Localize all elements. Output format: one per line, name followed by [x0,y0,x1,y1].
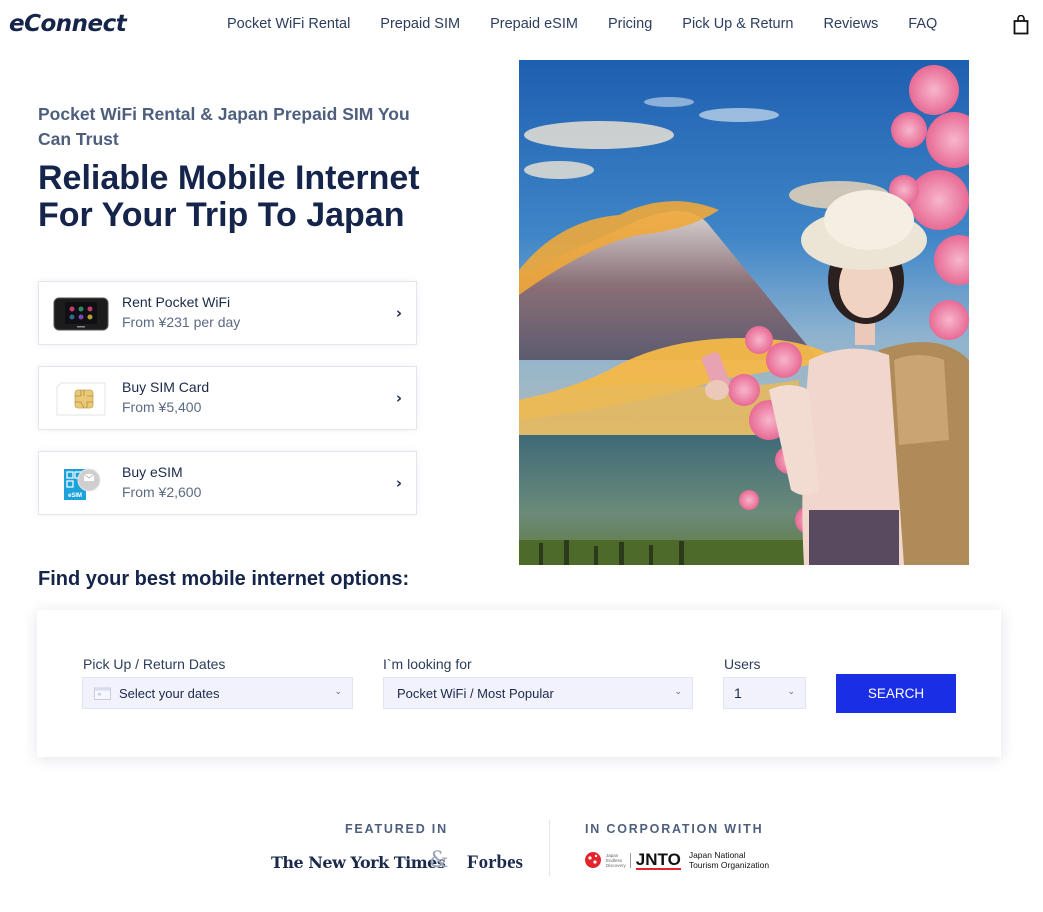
chevron-down-icon: ⌄ [674,686,682,696]
nav-pocket-wifi-rental[interactable]: Pocket WiFi Rental [227,16,350,32]
ampersand: & [429,848,449,873]
product-title: Buy eSIM [122,464,183,480]
users-value: 1 [734,685,742,701]
nyt-logo: The New York Times [271,853,446,872]
shopping-bag-icon[interactable] [1013,14,1029,35]
jnto-mark: JNTO [635,849,681,870]
search-button[interactable]: SEARCH [836,674,956,713]
jnto-line-1: Japan National [688,850,746,860]
esim-qr-icon: eSIM [53,462,109,506]
jnto-logo: Japan Endless Discovery JNTO Japan Natio… [583,850,769,870]
product-type-value: Pocket WiFi / Most Popular [397,685,554,701]
product-price: From ¥231 per day [122,314,241,330]
hero-eyebrow: Pocket WiFi Rental & Japan Prepaid SIM Y… [38,104,410,149]
nav-faq[interactable]: FAQ [908,16,937,32]
users-select[interactable]: 1 ⌄ [723,677,806,709]
main-nav: Pocket WiFi Rental Prepaid SIM Prepaid e… [227,16,967,32]
dates-picker[interactable]: Select your dates ⌄ [82,677,353,709]
dates-value: Select your dates [119,685,220,701]
nav-pricing[interactable]: Pricing [608,16,652,32]
hero-headline: Reliable Mobile Internet For Your Trip T… [38,160,498,234]
nav-prepaid-sim[interactable]: Prepaid SIM [380,16,460,32]
chevron-right-icon: › [395,474,402,492]
search-section-title: Find your best mobile internet options: [38,568,410,590]
japan-endless-discovery-icon [583,850,603,870]
hero-image [519,60,969,565]
svg-text:eSIM: eSIM [68,493,82,499]
chevron-right-icon: › [395,304,402,322]
jed-line-3: Discovery [606,862,626,868]
product-type-select[interactable]: Pocket WiFi / Most Popular ⌄ [383,677,693,709]
users-label: Users [724,656,761,672]
corporation-label: IN CORPORATION WITH [585,822,764,836]
jnto-line-2: Tourism Organization [688,860,770,870]
pocket-wifi-device-icon [53,292,109,336]
forbes-logo: Forbes [467,852,523,873]
chevron-right-icon: › [395,389,402,407]
logo[interactable]: eConnect [9,11,127,37]
dates-label: Pick Up / Return Dates [83,656,226,672]
product-title: Buy SIM Card [122,379,210,395]
product-card-esim[interactable]: eSIM Buy eSIM From ¥2,600 › [38,451,417,515]
product-price: From ¥2,600 [122,484,202,500]
looking-for-label: I`m looking for [383,656,472,672]
site-header: eConnect Pocket WiFi Rental Prepaid SIM … [0,0,1043,52]
calendar-icon [94,687,111,700]
product-card-pocket-wifi[interactable]: Rent Pocket WiFi From ¥231 per day › [38,281,417,345]
nav-pick-up-return[interactable]: Pick Up & Return [682,16,793,32]
product-title: Rent Pocket WiFi [122,294,231,310]
featured-in-label: FEATURED IN [345,822,448,836]
jnto-name: Japan National Tourism Organization [689,850,769,870]
product-price: From ¥5,400 [122,399,202,415]
sim-card-icon [53,377,109,421]
chevron-down-icon: ⌄ [787,686,795,696]
headline-line-1: Reliable Mobile Internet [38,159,420,197]
product-card-sim[interactable]: Buy SIM Card From ¥5,400 › [38,366,417,430]
headline-line-2: For Your Trip To Japan [38,196,405,234]
divider [549,820,550,876]
japan-endless-discovery-text: Japan Endless Discovery [606,852,631,868]
chevron-down-icon: ⌄ [334,686,342,696]
nav-reviews[interactable]: Reviews [824,16,879,32]
nav-prepaid-esim[interactable]: Prepaid eSIM [490,16,578,32]
